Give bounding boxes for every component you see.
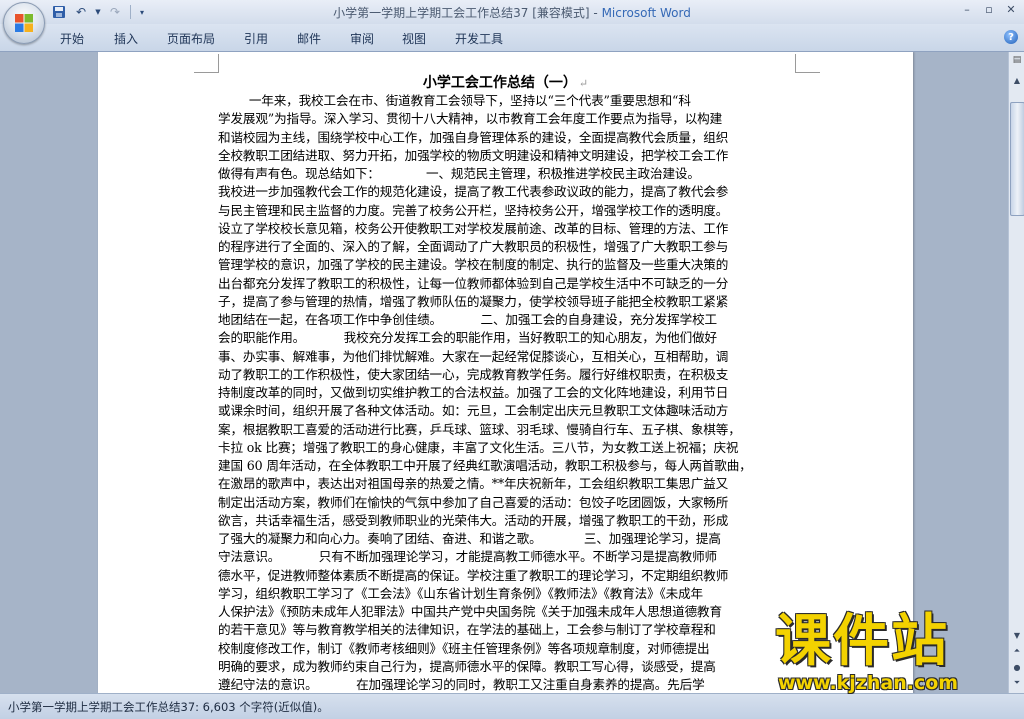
- tab-developer[interactable]: 开发工具: [455, 30, 503, 47]
- document-line: 遵纪守法的意识。 在加强理论学习的同时，教职工又注重自身素养的提高。先后学: [218, 677, 705, 692]
- next-page-icon[interactable]: ⏷: [1009, 675, 1024, 691]
- tab-page-layout[interactable]: 页面布局: [167, 30, 215, 47]
- document-line: 与民主管理和民主监督的力度。完善了校务公开栏，坚持校务公开，增强学校工作的透明度…: [218, 202, 729, 218]
- document-line: 在激昂的歌声中，表达出对祖国母亲的热爱之情。**年庆祝新年，工会组织教职工集思广…: [218, 476, 729, 492]
- watermark-logo: 课件站: [775, 609, 949, 674]
- ruler-toggle-icon[interactable]: ▤: [1009, 52, 1024, 68]
- minimize-icon[interactable]: –: [956, 0, 978, 18]
- document-line: 事、办实事、解难事，为他们排忧解难。大家在一起经常促膝谈心，互相关心，互相帮助，…: [218, 348, 729, 364]
- document-line: 德水平，促进教师整体素质不断提高的保证。学校注重了教职工的理论学习，不定期组织教…: [218, 567, 729, 583]
- scroll-up-icon[interactable]: ▲: [1009, 72, 1024, 88]
- document-line: 的程序进行了全面的、深入的了解，全面调动了广大教职员的积极性，增强了广大教职工参…: [218, 239, 729, 254]
- document-line: 会的职能作用。 我校充分发挥工会的职能作用，当好教职工的知心朋友，为他们做好: [218, 330, 717, 346]
- document-line: 管理学校的意识，加强了学校的民主建设。学校在制度的制定、执行的监督及一些重大决策…: [218, 257, 729, 273]
- document-page[interactable]: 小学工会工作总结（一） ↵ 一年来，我校工会在市、街道教育工会领导下，坚持以“三个…: [98, 52, 913, 693]
- vertical-scrollbar[interactable]: ▤ ▲ ▼ ⏶ ● ⏷: [1008, 52, 1024, 693]
- document-line: 人保护法》《预防未成年人犯罪法》中国共产党中央国务院《关于加强未成年人思想道德教…: [218, 604, 722, 619]
- crop-mark-top-left: [194, 54, 219, 73]
- document-line: 做得有声有色。现总结如下： 一、规范民主管理，积极推进学校民主政治建设。: [218, 166, 700, 181]
- watermark-url: www.kjzhan.com: [778, 672, 959, 694]
- document-line: 学习，组织教职工学习了《工会法》《山东省计划生育条例》《教师法》《教育法》《未成…: [218, 585, 703, 601]
- tab-references[interactable]: 引用: [244, 30, 268, 47]
- paragraph-mark-icon: ↵: [578, 77, 589, 90]
- document-line: 地团结在一起，在各项工作中争创佳绩。 二、加强工会的自身建设，充分发挥学校工: [218, 312, 717, 327]
- office-logo-icon: [15, 14, 33, 32]
- document-line: 子，提高了参与管理的热情，增强了教师队伍的凝聚力，使学校领导班子能把全校教职工紧…: [218, 293, 729, 309]
- window-title: 小学第一学期上学期工会工作总结37 [兼容模式] - Microsoft Wor…: [0, 4, 1024, 21]
- help-icon[interactable]: ?: [1004, 30, 1018, 44]
- tab-insert[interactable]: 插入: [114, 30, 138, 47]
- previous-page-icon[interactable]: ⏶: [1009, 643, 1024, 659]
- app-name: Microsoft Word: [601, 6, 691, 20]
- tab-review[interactable]: 审阅: [350, 30, 374, 47]
- scroll-thumb[interactable]: [1010, 102, 1024, 216]
- document-line: 出台都充分发挥了教职工的积极性，让每一位教师都体验到自己是学校生活中不可缺乏的一…: [218, 275, 729, 291]
- status-bar: 小学第一学期上学期工会工作总结37: 6,603 个字符(近似值)。: [0, 693, 1024, 719]
- document-line: 卡拉 ok 比赛；增强了教职工的身心健康，丰富了文化生活。三八节，为女教工送上祝…: [218, 439, 739, 455]
- title-separator: -: [589, 6, 602, 20]
- document-heading-text: 小学工会工作总结（一）: [422, 75, 577, 91]
- document-area: 小学工会工作总结（一） ↵ 一年来，我校工会在市、街道教育工会领导下，坚持以“三个…: [0, 52, 1008, 693]
- scroll-down-icon[interactable]: ▼: [1009, 627, 1024, 643]
- ribbon-tab-bar: 开始 插入 页面布局 引用 邮件 审阅 视图 开发工具 ?: [0, 24, 1024, 52]
- tab-view[interactable]: 视图: [402, 30, 426, 47]
- document-line: 一年来，我校工会在市、街道教育工会领导下，坚持以“三个代表”重要思想和“科: [218, 93, 691, 108]
- document-line: 的若干意见》等与教育教学相关的法律知识，在学法的基础上，工会参与制订了学校章程和: [218, 622, 716, 638]
- window-controls: – ▫ ✕: [956, 0, 1022, 18]
- browse-object-icon[interactable]: ●: [1009, 659, 1024, 675]
- document-line: 欲言，共话幸福生活，感受到教师职业的光荣伟大。活动的开展，增强了教职工的干劲，形…: [218, 512, 729, 528]
- document-line: 全校教职工团结进取、努力开拓，加强学校的物质文明建设和精神文明建设，把学校工会工…: [218, 147, 729, 163]
- document-line: 守法意识。 只有不断加强理论学习，才能提高教工师德水平。不断学习是提高教师师: [218, 549, 717, 565]
- close-icon[interactable]: ✕: [1000, 0, 1022, 18]
- office-button[interactable]: [3, 2, 45, 44]
- document-line: 制定出活动方案，教师们在愉快的气氛中参加了自己喜爱的活动：包饺子吃团圆饭，大家畅…: [218, 494, 729, 510]
- document-line: 案，根据教职工喜爱的活动进行比赛，乒乓球、篮球、羽毛球、慢骑自行车、五子棋、象棋…: [218, 421, 741, 437]
- document-line: 建国 60 周年活动，在全体教职工中开展了经典红歌演唱活动，教职工积极参与，每人…: [218, 458, 752, 473]
- document-line: 了强大的凝聚力和向心力。奏响了团结、奋进、和谐之歌。 三、加强理论学习，提高: [218, 531, 721, 546]
- document-line: 我校进一步加强教代会工作的规范化建设，提高了教工代表参政议政的能力，提高了教代会…: [218, 184, 729, 200]
- title-bar: ↶ ▼ ↷ ▾ 小学第一学期上学期工会工作总结37 [兼容模式] - Micro…: [0, 0, 1024, 24]
- document-line: 校制度修改工作，制订《教师考核细则》《班主任管理条例》等各项规章制度，对师德提出: [218, 640, 710, 656]
- document-line: 持制度改革的同时，又做到切实维护教工的合法权益。加强了工会的文化阵地建设，利用节…: [218, 385, 729, 400]
- document-line: 学发展观”为指导。深入学习、贯彻十八大精神，以市教育工会年度工作要点为指导，以构…: [218, 111, 723, 127]
- document-line: 和谐校园为主线，围绕学校中心工作，加强自身管理体系的建设，全面提高教代会质量，组…: [218, 129, 729, 145]
- crop-mark-top-right: [795, 54, 820, 73]
- document-line: 设立了学校校长意见箱，校务公开使教职工对学校发展前途、改革的目标、管理的方法、工…: [218, 220, 729, 236]
- document-title: 小学第一学期上学期工会工作总结37 [兼容模式]: [333, 6, 590, 20]
- document-heading: 小学工会工作总结（一） ↵: [98, 72, 913, 92]
- tab-mailings[interactable]: 邮件: [297, 30, 321, 47]
- document-line: 动了教职工的工作积极性，使大家团结一心，完成教育教学任务。履行好维权职责，在积极…: [218, 366, 729, 382]
- document-line: 明确的要求，成为教师约束自己行为，提高师德水平的保障。教职工写心得，谈感受，提高: [218, 658, 716, 674]
- document-line: 或课余时间，组织开展了各种文体活动。如：元旦，工会制定出庆元旦教职工文体趣味活动…: [218, 403, 729, 419]
- restore-icon[interactable]: ▫: [978, 0, 1000, 18]
- tab-home[interactable]: 开始: [60, 30, 84, 47]
- status-text: 小学第一学期上学期工会工作总结37: 6,603 个字符(近似值)。: [8, 700, 329, 714]
